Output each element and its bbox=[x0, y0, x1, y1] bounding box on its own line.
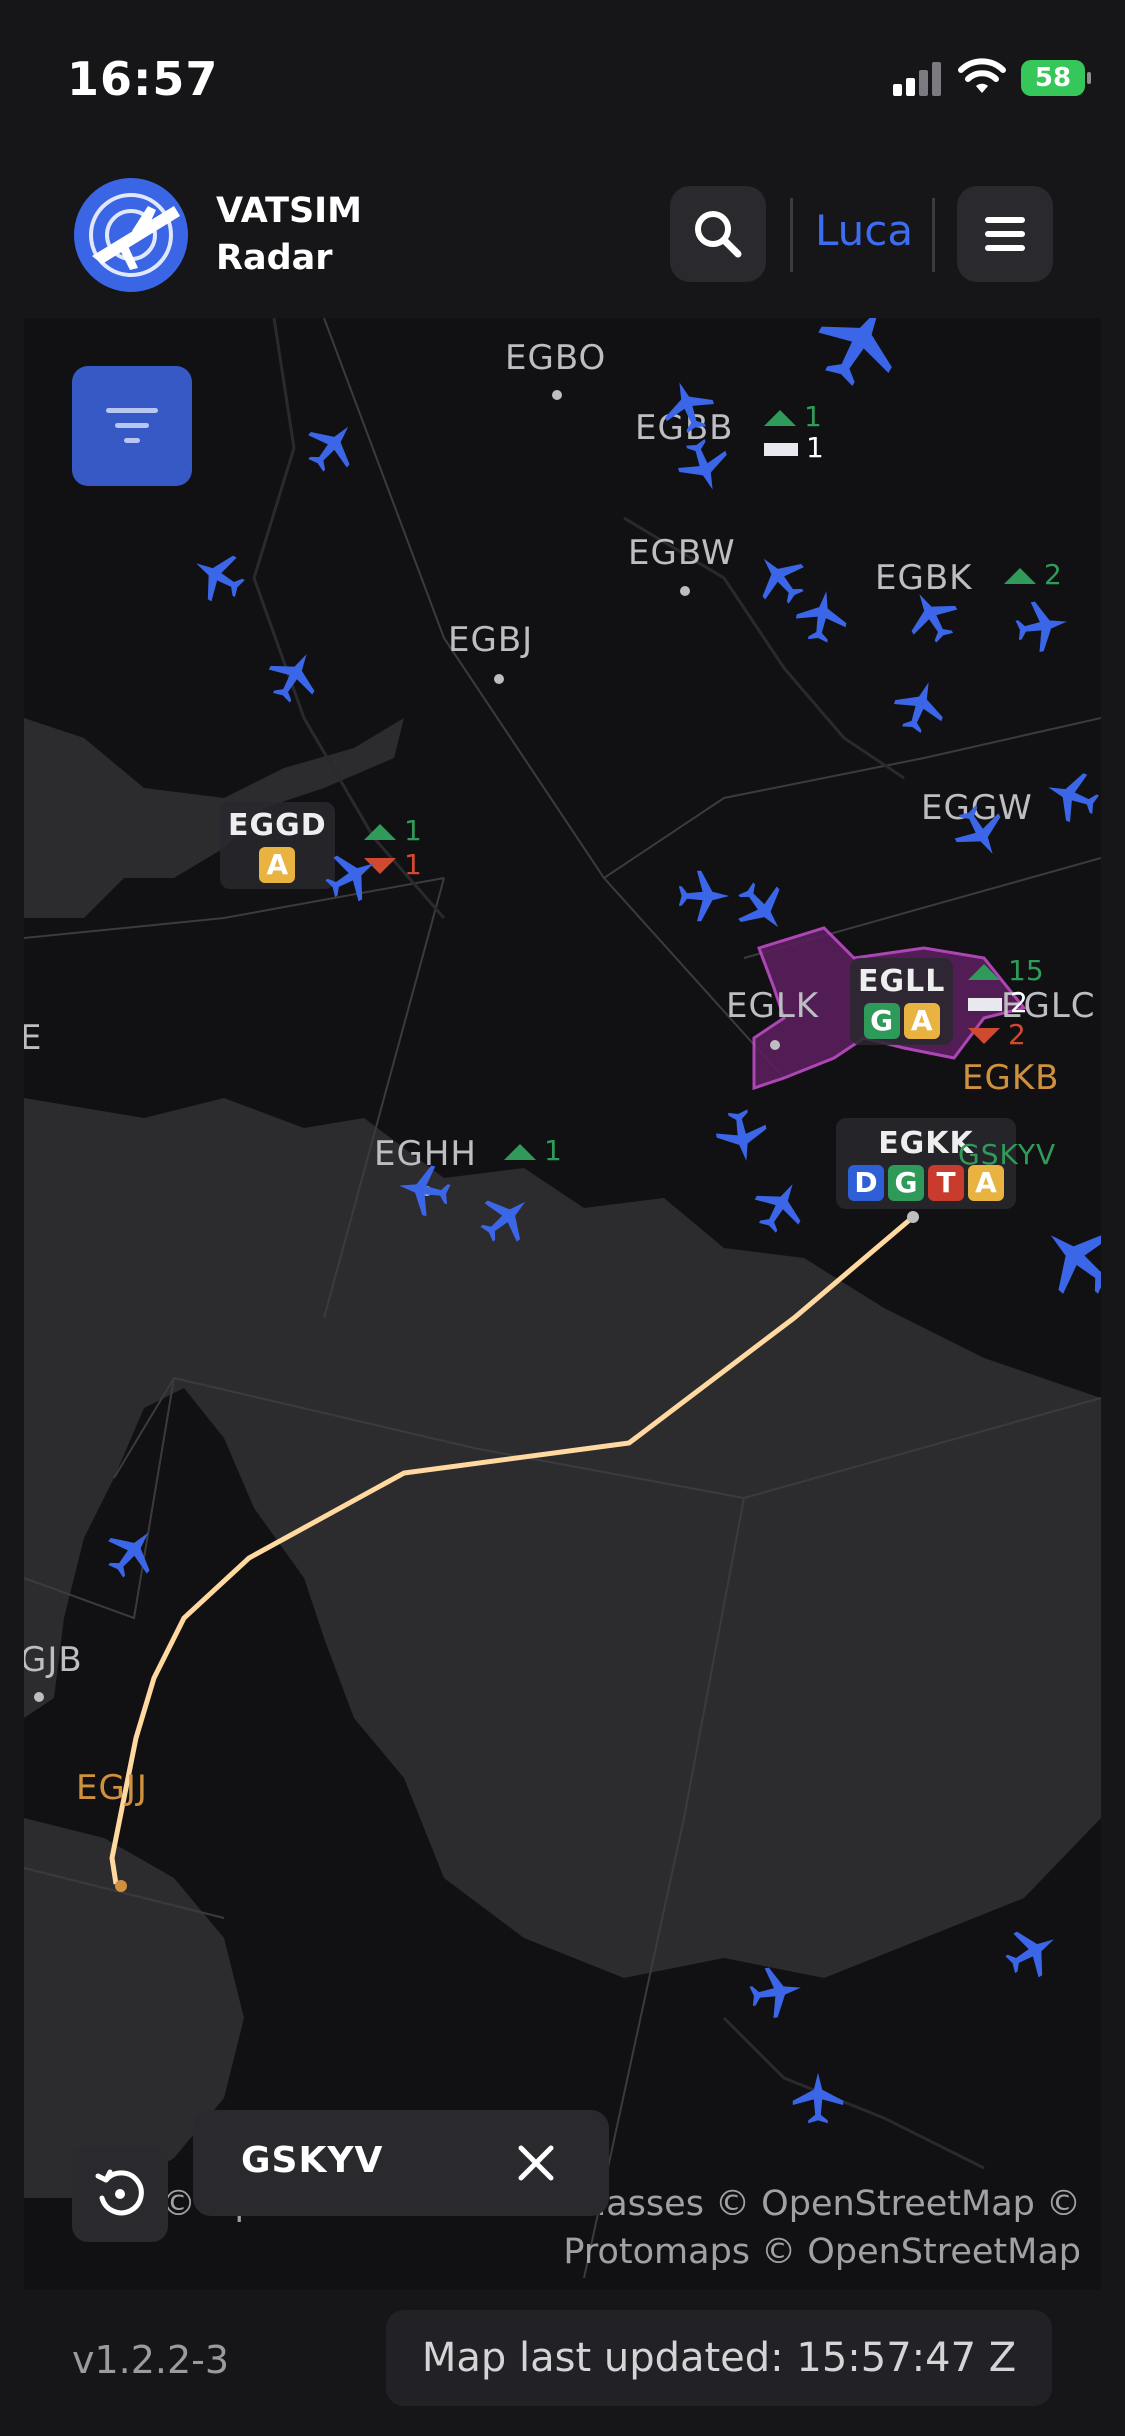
aircraft-icon[interactable] bbox=[710, 1104, 775, 1169]
ground-count: 1 bbox=[764, 431, 824, 464]
selected-aircraft-label[interactable]: GSKYV bbox=[958, 1138, 1056, 1171]
footer-bar: v1.2.2-3 Map last updated: 15:57:47 Z bbox=[0, 2290, 1125, 2436]
cellular-signal-icon bbox=[893, 60, 945, 96]
search-button[interactable] bbox=[670, 186, 766, 282]
aircraft-icon[interactable] bbox=[676, 868, 732, 924]
search-icon bbox=[695, 211, 742, 258]
airport-label[interactable]: EGKB bbox=[962, 1058, 1059, 1098]
airport-label[interactable]: EGBJ bbox=[448, 620, 533, 660]
aircraft-icon[interactable] bbox=[790, 2070, 846, 2126]
aircraft-icon[interactable] bbox=[790, 584, 855, 649]
battery-indicator: 58 bbox=[1021, 60, 1091, 96]
atc-station-egll[interactable]: EGLL G A bbox=[850, 958, 954, 1045]
atc-ground-badge: G bbox=[888, 1165, 924, 1201]
status-bar: 16:57 58 bbox=[0, 0, 1125, 160]
app-title-line1: VATSIM bbox=[216, 191, 363, 231]
history-recenter-icon bbox=[95, 2169, 144, 2216]
app-title: VATSIM Radar bbox=[216, 188, 362, 282]
attribution-line2: Protomaps © OpenStreetMap bbox=[563, 2232, 1081, 2272]
radar-map[interactable]: EGBO EGBB 1 1 EGBW EGBK 2 EGBJ EGGW EGLK… bbox=[24, 318, 1101, 2290]
airport-label[interactable]: GJB bbox=[24, 1640, 83, 1680]
history-button[interactable] bbox=[72, 2146, 168, 2242]
app-header: VATSIM Radar Luca bbox=[0, 170, 1125, 300]
close-button[interactable] bbox=[505, 2132, 567, 2194]
filter-icon bbox=[106, 408, 158, 443]
airport-dot[interactable] bbox=[680, 586, 690, 596]
atc-approach-badge: A bbox=[259, 847, 296, 883]
filter-button[interactable] bbox=[72, 366, 192, 486]
atc-ground-badge: G bbox=[863, 1003, 900, 1039]
arrivals-count: 15 bbox=[968, 954, 1044, 987]
atc-station-eggd[interactable]: EGGD A bbox=[220, 802, 335, 889]
ground-count: 2 bbox=[968, 986, 1028, 1019]
map-last-updated: Map last updated: 15:57:47 Z bbox=[386, 2310, 1052, 2406]
header-divider bbox=[932, 198, 935, 272]
header-divider bbox=[790, 198, 793, 272]
status-time: 16:57 bbox=[67, 52, 219, 106]
menu-button[interactable] bbox=[957, 186, 1053, 282]
airport-dot[interactable] bbox=[494, 674, 504, 684]
atc-approach-badge: A bbox=[903, 1003, 940, 1039]
atc-code: EGLL bbox=[858, 964, 946, 999]
aircraft-icon[interactable] bbox=[1010, 594, 1075, 659]
arrivals-count: 1 bbox=[504, 1134, 562, 1167]
app-title-line2: Radar bbox=[216, 238, 333, 278]
selected-callsign: GSKYV bbox=[241, 2140, 384, 2181]
aircraft-icon[interactable] bbox=[392, 1158, 457, 1223]
atc-delivery-badge: D bbox=[848, 1165, 884, 1201]
arrivals-count: 1 bbox=[764, 400, 822, 433]
airport-dot[interactable] bbox=[552, 390, 562, 400]
selected-flight-chip[interactable]: GSKYV bbox=[193, 2110, 609, 2216]
airport-label[interactable]: EGBW bbox=[628, 533, 736, 573]
airport-label[interactable]: EGLK bbox=[726, 986, 819, 1026]
airport-label[interactable]: E bbox=[24, 1018, 42, 1058]
aircraft-icon[interactable] bbox=[744, 1960, 809, 2025]
arrivals-count: 2 bbox=[1004, 558, 1062, 591]
atc-code: EGGD bbox=[228, 808, 327, 843]
wifi-icon bbox=[958, 58, 1006, 93]
departures-count: 2 bbox=[968, 1018, 1026, 1051]
airport-label[interactable]: EGJJ bbox=[76, 1768, 148, 1808]
airport-dot[interactable] bbox=[34, 1692, 44, 1702]
airport-dot[interactable] bbox=[770, 1040, 780, 1050]
app-version: v1.2.2-3 bbox=[72, 2338, 230, 2382]
hamburger-menu-icon bbox=[985, 217, 1025, 251]
user-name-link[interactable]: Luca bbox=[815, 206, 913, 255]
close-icon bbox=[518, 2145, 554, 2181]
vatsim-radar-logo-icon bbox=[74, 178, 188, 292]
airport-label[interactable]: EGBO bbox=[505, 338, 606, 378]
arrivals-count: 1 bbox=[364, 814, 422, 847]
